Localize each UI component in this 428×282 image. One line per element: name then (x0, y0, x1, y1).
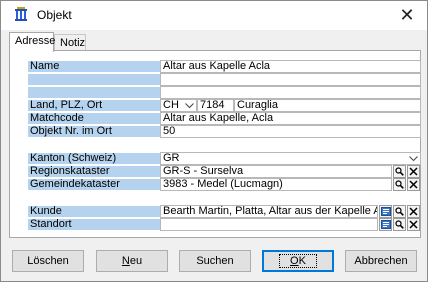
kunde-clear-button[interactable] (407, 205, 420, 218)
close-icon: ✕ (399, 5, 415, 26)
matchcode-row: Matchcode Altar aus Kapelle, Acla (27, 112, 421, 125)
name-label: Name (27, 60, 160, 73)
museum-icon (13, 7, 29, 23)
standort-clear-button[interactable] (407, 218, 420, 231)
abbrechen-label: Abbrechen (354, 255, 408, 267)
x-icon (409, 167, 418, 176)
tab-notiz[interactable]: Notiz (54, 34, 86, 51)
name-row: Name Altar aus Kapelle Acla (27, 60, 421, 73)
neu-label: Neu (121, 255, 143, 267)
land-plz-ort-label: Land, PLZ, Ort (27, 99, 160, 112)
magnifier-icon (395, 167, 404, 176)
kanton-row: Kanton (Schweiz) GR (27, 152, 421, 165)
loeschen-button[interactable]: Löschen (12, 250, 84, 272)
objekt-nr-field[interactable]: 50 (160, 125, 421, 138)
objekt-nr-row: Objekt Nr. im Ort 50 (27, 125, 421, 138)
window-title: Objekt (37, 8, 72, 22)
kunde-search-button[interactable] (393, 205, 406, 218)
close-button[interactable]: ✕ (387, 1, 427, 30)
name-field-line-3[interactable] (160, 86, 421, 99)
plz-field[interactable]: 7184 (197, 99, 234, 112)
address-book-icon (380, 207, 391, 216)
land-value: CH (163, 99, 179, 111)
name-field[interactable]: Altar aus Kapelle Acla (160, 60, 421, 73)
kanton-value: GR (163, 152, 180, 164)
kanton-label: Kanton (Schweiz) (27, 152, 160, 165)
name-field-line-2[interactable] (160, 73, 421, 86)
matchcode-label: Matchcode (27, 112, 160, 125)
x-icon (409, 207, 418, 216)
name-label-filler (27, 73, 160, 86)
magnifier-icon (395, 180, 404, 189)
suchen-button[interactable]: Suchen (179, 250, 251, 272)
ort-field[interactable]: Curaglia (234, 99, 421, 112)
standort-row: Standort (27, 218, 421, 231)
regionskataster-row: Regionskataster GR-S - Surselva (27, 165, 421, 178)
gemeindekataster-search-button[interactable] (393, 178, 406, 191)
kanton-select[interactable]: GR (160, 152, 421, 165)
name-row-3 (27, 86, 421, 99)
magnifier-icon (395, 207, 404, 216)
gemeindekataster-clear-button[interactable] (407, 178, 420, 191)
land-plz-ort-row: Land, PLZ, Ort CH 7184 Curaglia (27, 99, 421, 112)
title-bar: Objekt ✕ (1, 1, 427, 30)
tab-adresse[interactable]: Adresse (9, 32, 55, 52)
name-label-filler-2 (27, 86, 160, 99)
gemeindekataster-row: Gemeindekataster 3983 - Medel (Lucmagn) (27, 178, 421, 191)
gemeindekataster-field[interactable]: 3983 - Medel (Lucmagn) (160, 178, 392, 191)
standort-search-button[interactable] (393, 218, 406, 231)
standort-label: Standort (27, 218, 160, 231)
standort-lookup-button[interactable] (379, 218, 392, 231)
abbrechen-button[interactable]: Abbrechen (345, 250, 417, 272)
regionskataster-search-button[interactable] (393, 165, 406, 178)
kunde-row: Kunde Bearth Martin, Platta, Altar aus d… (27, 205, 421, 218)
objekt-nr-label: Objekt Nr. im Ort (27, 125, 160, 138)
regionskataster-field[interactable]: GR-S - Surselva (160, 165, 392, 178)
objekt-dialog: Objekt ✕ Adresse Notiz Name Altar aus Ka… (0, 0, 428, 282)
regionskataster-clear-button[interactable] (407, 165, 420, 178)
kunde-lookup-button[interactable] (379, 205, 392, 218)
suchen-label: Suchen (196, 255, 234, 267)
kunde-field[interactable]: Bearth Martin, Platta, Altar aus der Kap… (160, 205, 378, 218)
name-row-2 (27, 73, 421, 86)
x-icon (409, 220, 418, 229)
matchcode-field[interactable]: Altar aus Kapelle, Acla (160, 112, 421, 125)
ok-label: OK (279, 254, 317, 268)
regionskataster-label: Regionskataster (27, 165, 160, 178)
adresse-panel: Name Altar aus Kapelle Acla Land, PLZ, O… (9, 50, 421, 238)
chevron-down-icon[interactable] (182, 99, 196, 112)
standort-field[interactable] (160, 218, 378, 231)
ok-button[interactable]: OK (262, 250, 334, 272)
kunde-label: Kunde (27, 205, 160, 218)
chevron-down-icon[interactable] (406, 152, 420, 165)
address-book-icon (380, 220, 391, 229)
magnifier-icon (395, 220, 404, 229)
neu-button[interactable]: Neu (96, 250, 168, 272)
x-icon (409, 180, 418, 189)
loeschen-label: Löschen (27, 255, 69, 267)
gemeindekataster-label: Gemeindekataster (27, 178, 160, 191)
